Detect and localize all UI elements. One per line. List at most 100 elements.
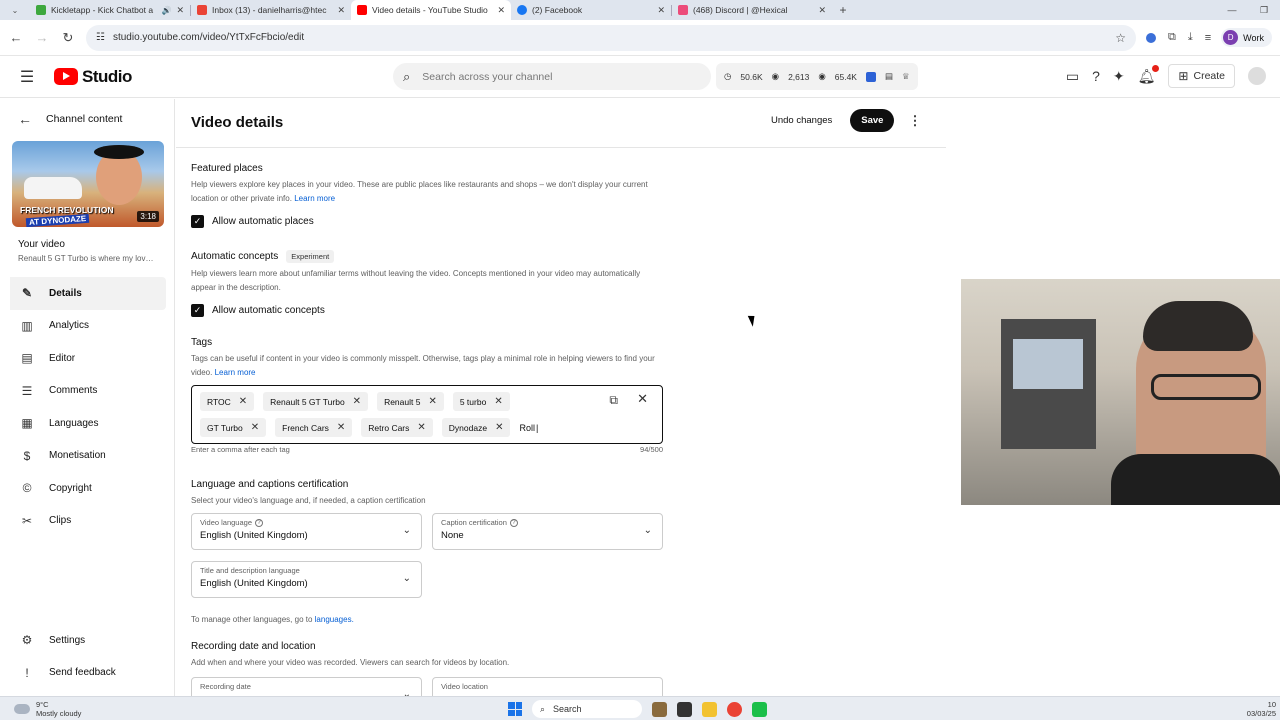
chart-icon[interactable]: ▤ — [885, 71, 893, 82]
media-icon[interactable]: ≡ — [1205, 32, 1211, 44]
tab-close-icon[interactable]: ✕ — [497, 5, 505, 16]
back-icon[interactable]: ← — [8, 30, 24, 45]
bookmark-star-icon[interactable]: ☆ — [1115, 31, 1126, 45]
monetisation-icon: $ — [23, 448, 31, 463]
site-info-icon[interactable]: ☷ — [96, 32, 105, 43]
caption-certification-select[interactable]: Caption certification? None ⌄ — [432, 513, 663, 550]
download-icon[interactable]: ⤓ — [1188, 31, 1193, 44]
account-avatar[interactable] — [1248, 67, 1266, 85]
clear-tags-icon[interactable]: ✕ — [637, 391, 648, 407]
stat-views: 2,613 — [788, 71, 810, 82]
taskbar-search[interactable]: ⌕ Search — [532, 700, 642, 718]
studio-logo[interactable]: Studio — [54, 67, 132, 87]
title-description-language-select[interactable]: Title and description language English (… — [191, 561, 422, 598]
save-button[interactable]: Save — [850, 109, 895, 132]
help-icon[interactable]: ? — [509, 518, 518, 527]
tab-close-icon[interactable]: ✕ — [176, 5, 184, 16]
recording-date-field[interactable]: Recording date ⌄ — [191, 677, 422, 696]
messages-icon[interactable]: ▭ — [1066, 68, 1079, 85]
sidebar-item-analytics[interactable]: ▥ Analytics — [0, 310, 174, 343]
profile-avatar: D — [1223, 30, 1239, 45]
menu-icon[interactable]: ☰ — [0, 67, 54, 87]
sidebar-item-clips[interactable]: ✂ Clips — [0, 505, 174, 538]
languages-link[interactable]: languages. — [315, 615, 354, 624]
url-field[interactable]: ☷ studio.youtube.com/video/YtTxFcFbcio/e… — [86, 24, 1136, 51]
header-actions: ▭ ? ✦ 🔔︎ ⊞ Create — [1066, 64, 1266, 88]
reload-icon[interactable]: ↻ — [60, 30, 76, 46]
browser-tab-strip: ⌄ Kickletapp - Kick Chatbot a 🔊 ✕ Inbox … — [0, 0, 1280, 20]
learn-more-link[interactable]: Learn more — [294, 194, 335, 203]
remove-tag-icon[interactable]: ✕ — [495, 422, 503, 433]
weather-widget[interactable]: 9°C Mostly cloudy — [14, 700, 81, 718]
copy-icon[interactable]: ⧉ — [609, 393, 618, 408]
tab-close-icon[interactable]: ✕ — [818, 5, 826, 16]
remove-tag-icon[interactable]: ✕ — [417, 422, 425, 433]
file-explorer-icon[interactable] — [702, 701, 717, 717]
tab-close-icon[interactable]: ✕ — [657, 5, 665, 16]
sidebar-item-label: Send feedback — [49, 667, 116, 679]
maximize-icon[interactable]: ❐ — [1248, 5, 1280, 16]
extension-icon[interactable] — [1146, 32, 1156, 43]
sidebar-item-details[interactable]: ✎ Details — [10, 277, 166, 310]
featured-places-section: Featured places Help viewers explore key… — [191, 163, 663, 228]
tag-typing-text[interactable]: Roll — [519, 423, 538, 433]
remove-tag-icon[interactable]: ✕ — [337, 422, 345, 433]
profile-button[interactable]: D Work — [1221, 28, 1272, 47]
channel-stats[interactable]: ◷ 50.6K ◉ 2,613 ◉ 65.4K ▤ ♕ — [716, 63, 918, 90]
notifications-icon[interactable]: 🔔︎ — [1138, 64, 1160, 85]
tab-close-icon[interactable]: ✕ — [337, 5, 345, 16]
minimize-icon[interactable]: — — [1216, 5, 1248, 15]
chrome-icon[interactable] — [727, 701, 742, 717]
browser-tab-youtube-studio[interactable]: Video details - YouTube Studio ✕ — [351, 0, 511, 20]
more-options-icon[interactable]: ⋮ — [902, 113, 927, 129]
sidebar-item-editor[interactable]: ▤ Editor — [0, 342, 174, 375]
browser-tab-facebook[interactable]: (2) Facebook ✕ — [511, 0, 671, 20]
tags-input[interactable]: RTOC ✕ Renault 5 GT Turbo ✕ Renault 5 ✕ 5 t… — [191, 385, 663, 444]
task-view-icon[interactable] — [652, 701, 667, 717]
remove-tag-icon[interactable]: ✕ — [239, 396, 247, 407]
remove-tag-icon[interactable]: ✕ — [428, 396, 436, 407]
url-text: studio.youtube.com/video/YtTxFcFbcio/edi… — [112, 32, 305, 43]
remove-tag-icon[interactable]: ✕ — [251, 422, 259, 433]
create-button[interactable]: ⊞ Create — [1168, 64, 1235, 88]
channel-search-input[interactable]: ⌕ Search across your channel — [393, 63, 711, 90]
allow-automatic-places-checkbox[interactable]: ✓ Allow automatic places — [191, 215, 663, 228]
tab-search-icon[interactable]: ⌄ — [0, 6, 30, 15]
learn-more-link[interactable]: Learn more — [215, 368, 256, 377]
browser-tab-gmail[interactable]: Inbox (13) - danielharris@htec ✕ — [191, 0, 351, 20]
help-icon[interactable]: ? — [255, 518, 263, 527]
sidebar-item-monetisation[interactable]: $ Monetisation — [0, 440, 174, 473]
video-location-field[interactable]: Video location — [432, 677, 663, 696]
windows-start-icon[interactable] — [508, 702, 522, 716]
sparkle-icon[interactable]: ✦ — [1113, 68, 1125, 85]
sidebar-item-copyright[interactable]: © Copyright — [0, 472, 174, 505]
video-language-select[interactable]: Video language? English (United Kingdom)… — [191, 513, 422, 550]
select-label: Caption certification? — [441, 518, 654, 527]
channel-content-back[interactable]: ← Channel content — [0, 99, 174, 139]
help-icon[interactable]: ? — [1092, 68, 1100, 84]
allow-automatic-concepts-checkbox[interactable]: ✓ Allow automatic concepts — [191, 304, 663, 317]
system-clock[interactable]: 10 03/03/25 — [1247, 700, 1276, 718]
sidebar-item-settings[interactable]: ⚙ Settings — [0, 624, 175, 657]
video-thumbnail[interactable]: FRENCH REVOLUTION AT DYNODAZE 3:18 — [12, 141, 164, 227]
page-title: Video details — [191, 114, 284, 131]
stat-watch-time: 50.6K — [740, 71, 763, 82]
app-icon[interactable] — [752, 701, 767, 717]
remove-tag-icon[interactable]: ✕ — [494, 396, 502, 407]
forward-icon[interactable]: → — [34, 30, 50, 45]
undo-changes-button[interactable]: Undo changes — [761, 109, 842, 132]
sidebar-item-comments[interactable]: ☰ Comments — [0, 375, 174, 408]
webcam-shirt — [1111, 454, 1280, 505]
browser-tab-kicklet[interactable]: Kickletapp - Kick Chatbot a 🔊 ✕ — [30, 0, 190, 20]
trophy-icon[interactable]: ♕ — [902, 71, 910, 82]
sidebar-item-send-feedback[interactable]: ! Send feedback — [0, 657, 175, 690]
new-tab-button[interactable]: + — [832, 3, 854, 17]
puzzle-icon[interactable]: ⧉ — [1168, 31, 1176, 44]
webcam-overlay — [961, 279, 1280, 505]
browser-tab-discord[interactable]: (468) Discord | @Hexical ✕ — [672, 0, 832, 20]
terminal-icon[interactable] — [677, 701, 692, 717]
remove-tag-icon[interactable]: ✕ — [353, 396, 361, 407]
sidebar-item-languages[interactable]: ▦ Languages — [0, 407, 174, 440]
cloud-icon — [14, 704, 30, 714]
extension-icon[interactable] — [865, 71, 876, 82]
